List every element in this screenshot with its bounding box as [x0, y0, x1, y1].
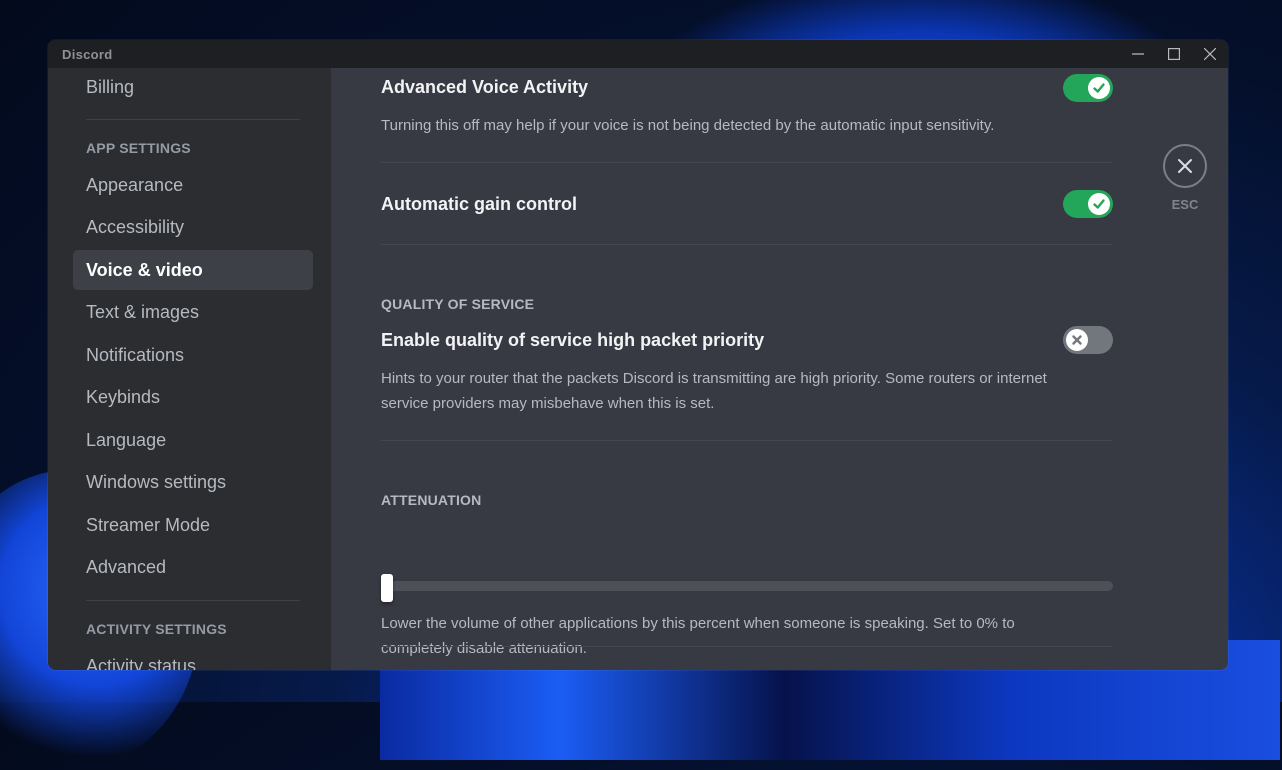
- maximize-icon: [1168, 48, 1180, 60]
- section-divider: [381, 646, 1113, 647]
- activity-settings-header: ACTIVITY SETTINGS: [86, 621, 227, 637]
- attenuation-header: ATTENUATION: [381, 492, 482, 508]
- qos-description: Hints to your router that the packets Di…: [381, 370, 1047, 412]
- sidebar-item-billing[interactable]: Billing: [73, 67, 313, 107]
- check-icon: [1093, 83, 1105, 93]
- close-icon: [1178, 159, 1192, 173]
- maximize-button[interactable]: [1156, 40, 1192, 68]
- close-window-button[interactable]: [1192, 40, 1228, 68]
- advanced-voice-activity-description: Turning this off may help if your voice …: [381, 117, 995, 134]
- close-icon: [1204, 48, 1216, 60]
- app-settings-header: APP SETTINGS: [86, 140, 191, 156]
- title-bar: Discord: [48, 40, 1228, 68]
- automatic-gain-control-title: Automatic gain control: [381, 194, 578, 214]
- advanced-voice-activity-toggle[interactable]: [1063, 74, 1113, 102]
- slider-handle[interactable]: [381, 574, 393, 602]
- attenuation-description: Lower the volume of other applications b…: [381, 615, 1015, 657]
- sidebar-divider: [86, 600, 300, 601]
- sidebar-divider: [86, 119, 300, 120]
- quality-of-service-header: QUALITY OF SERVICE: [381, 296, 535, 312]
- sidebar-item-windows-settings[interactable]: Windows settings: [73, 462, 313, 502]
- sidebar-item-advanced[interactable]: Advanced: [73, 547, 313, 587]
- automatic-gain-control-toggle[interactable]: [1063, 190, 1113, 218]
- sidebar-item-streamer-mode[interactable]: Streamer Mode: [73, 505, 313, 545]
- sidebar-item-text-images[interactable]: Text & images: [73, 292, 313, 332]
- sidebar-item-appearance[interactable]: Appearance: [73, 165, 313, 205]
- sidebar-item-keybinds[interactable]: Keybinds: [73, 377, 313, 417]
- minimize-icon: [1132, 53, 1144, 55]
- toggle-knob: [1088, 193, 1110, 215]
- sidebar-item-language[interactable]: Language: [73, 420, 313, 460]
- settings-sidebar: Billing APP SETTINGS Appearance Accessib…: [48, 68, 331, 670]
- settings-content: Advanced Voice Activity Turning this off…: [331, 68, 1228, 670]
- advanced-voice-activity-title: Advanced Voice Activity: [381, 77, 589, 97]
- qos-toggle[interactable]: [1063, 326, 1113, 354]
- sidebar-item-accessibility[interactable]: Accessibility: [73, 207, 313, 247]
- esc-close-button[interactable]: [1163, 144, 1207, 188]
- section-divider: [381, 162, 1113, 163]
- esc-label: ESC: [1171, 197, 1199, 212]
- section-divider: [381, 440, 1113, 441]
- check-icon: [1093, 199, 1105, 209]
- minimize-button[interactable]: [1120, 40, 1156, 68]
- toggle-knob: [1066, 329, 1088, 351]
- window-controls: [1120, 40, 1228, 68]
- attenuation-slider[interactable]: [381, 574, 1113, 602]
- x-icon: [1072, 335, 1082, 345]
- discord-window: Discord Billing APP SETTINGS Appearance …: [48, 40, 1228, 670]
- section-divider: [381, 244, 1113, 245]
- app-title: Discord: [62, 46, 113, 62]
- sidebar-item-voice-video[interactable]: Voice & video: [73, 250, 313, 290]
- qos-title: Enable quality of service high packet pr…: [381, 330, 765, 350]
- sidebar-item-notifications[interactable]: Notifications: [73, 335, 313, 375]
- sidebar-item-activity-status[interactable]: Activity status: [73, 646, 313, 670]
- toggle-knob: [1088, 77, 1110, 99]
